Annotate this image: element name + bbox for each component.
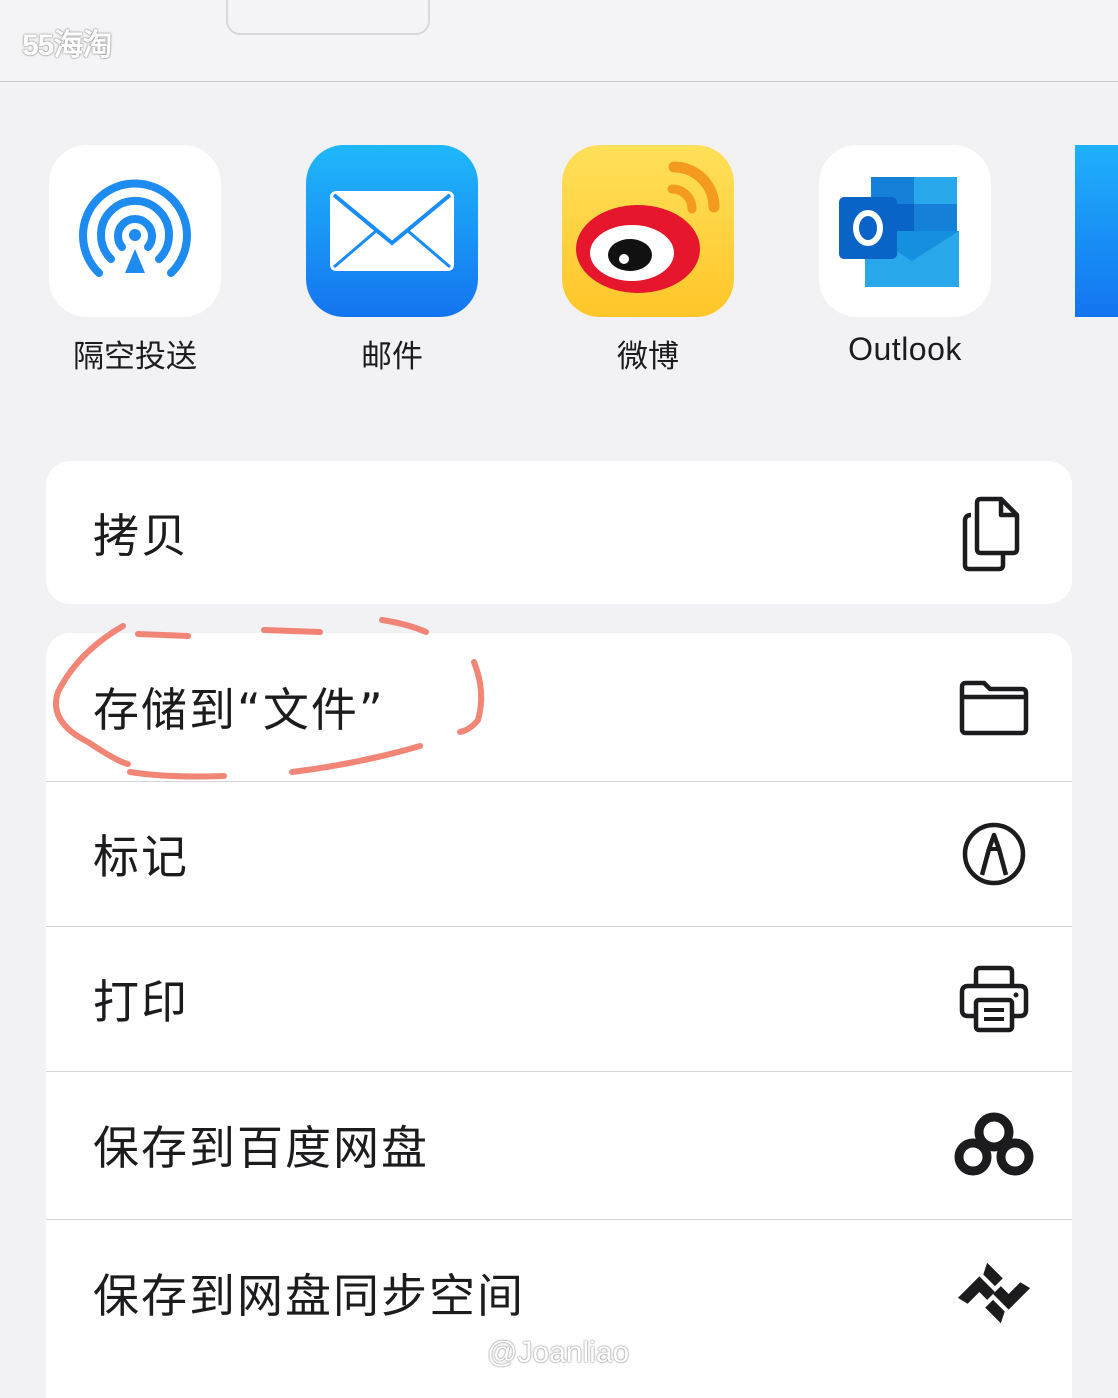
copy-icon [954,493,1034,573]
watermark-logo: 55海淘 [22,29,112,62]
partial-app-icon [1075,145,1118,317]
app-label-mail: 邮件 [361,339,423,375]
app-outlook[interactable]: Outlook [819,145,991,368]
share-sheet-header [0,0,1118,82]
baidu-netdisk-icon [954,1105,1034,1185]
app-label-airdrop: 隔空投送 [73,339,197,375]
app-label-outlook: Outlook [848,331,962,367]
options-button[interactable] [226,0,430,35]
watermark-author: @Joanliao [487,1336,630,1369]
save-baidu-action[interactable]: 保存到百度网盘 [46,1071,1072,1219]
app-more-partial[interactable] [1075,145,1118,317]
app-airdrop[interactable]: 隔空投送 [49,145,221,376]
sync-space-icon [954,1253,1034,1333]
app-weibo[interactable]: 微博 [562,145,734,376]
save-baidu-label: 保存到百度网盘 [93,1121,429,1175]
actions-card: 存储到“文件” 标记 打印 保存到百度网盘 保存到网盘同步空间 [46,633,1072,1398]
mail-icon [306,145,478,317]
airdrop-icon [49,145,221,317]
app-mail[interactable]: 邮件 [306,145,478,376]
markup-icon [954,814,1034,894]
markup-label: 标记 [93,829,189,884]
save-to-files-label: 存储到“文件” [93,683,385,737]
outlook-icon [819,145,991,317]
copy-action[interactable]: 拷贝 [46,461,1072,604]
print-label: 打印 [93,974,189,1029]
weibo-icon [562,145,734,317]
folder-icon [954,667,1034,747]
printer-icon [954,959,1034,1039]
save-to-files-action[interactable]: 存储到“文件” [46,633,1072,781]
copy-label: 拷贝 [93,508,189,563]
markup-action[interactable]: 标记 [46,781,1072,926]
save-sync-label: 保存到网盘同步空间 [93,1269,525,1323]
app-label-weibo: 微博 [617,339,679,375]
print-action[interactable]: 打印 [46,926,1072,1071]
app-share-row: 隔空投送 邮件 微博 Outlook [0,145,1118,385]
copy-card: 拷贝 [46,461,1072,604]
